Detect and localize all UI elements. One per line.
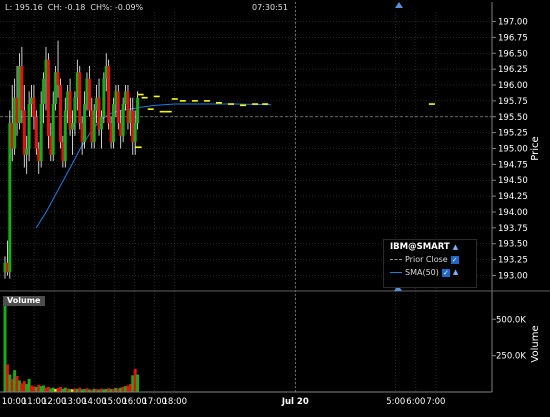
candle-body — [102, 78, 106, 117]
price-axis-title: Price — [530, 136, 541, 160]
price-tick-label: 195.75 — [498, 97, 528, 107]
price-tick-label: 194.25 — [498, 192, 528, 202]
candle-body — [87, 78, 91, 111]
price-tick-label: 196.50 — [498, 49, 528, 59]
volume-panel-label: Volume — [3, 296, 45, 306]
volume-tick-label: 500.0K — [496, 315, 526, 325]
candle-body — [46, 59, 50, 136]
pin-icon[interactable]: ▲ — [453, 243, 458, 251]
candle-body — [27, 104, 31, 149]
sma-pin-icon[interactable]: ▲ — [453, 267, 458, 278]
quote-summary: L: 195.16 CH: -0.18 CH%: -0.09% — [5, 3, 144, 12]
sma-checkbox[interactable]: ✓ — [441, 268, 450, 277]
candle-body — [116, 91, 120, 124]
price-tick-label: 194.50 — [498, 176, 528, 186]
legend-title: IBM@SMART ▲ — [390, 242, 458, 252]
candle-body — [63, 110, 67, 162]
candle-body — [111, 104, 115, 143]
candle-body — [34, 116, 38, 149]
candle-body — [83, 104, 87, 143]
legend-sma-label: SMA(50) — [405, 268, 439, 277]
candle-body — [25, 148, 29, 155]
candle-body — [56, 72, 60, 86]
candle-body — [39, 104, 43, 162]
candle-body — [71, 123, 75, 130]
legend-box[interactable]: IBM@SMART ▲ Prior Close ✓ SMA(50) ✓ ▲ — [383, 239, 477, 288]
price-tick-label: 195.00 — [498, 145, 528, 155]
chart-window: 193.00 193.25 193.50 193.75 194.00 194.25 194.… — [0, 0, 550, 413]
price-tick-label: 197.00 — [498, 18, 528, 28]
prior-close-swatch — [390, 259, 402, 260]
time-tick-label: Jul 20 — [281, 397, 309, 407]
legend-prior-close-label: Prior Close — [405, 255, 448, 264]
price-tick-label: 196.75 — [498, 33, 528, 43]
candle-body — [136, 97, 140, 124]
volume-axis-title: Volume — [530, 325, 541, 362]
price-tick-label: 193.00 — [498, 271, 528, 281]
price-tick-label: 194.00 — [498, 208, 528, 218]
time-tick-label: 6:00 — [406, 397, 425, 407]
time-tick-label: 5:00 — [386, 397, 405, 407]
candle-body — [73, 97, 77, 124]
candle-body — [42, 78, 46, 105]
time-tick-label: 7:00 — [426, 397, 445, 407]
legend-row-sma[interactable]: SMA(50) ✓ ▲ — [390, 267, 458, 278]
candle-body — [58, 85, 62, 143]
candle-body — [92, 110, 96, 143]
chart-canvas[interactable]: 193.00 193.25 193.50 193.75 194.00 194.25 194.… — [0, 0, 550, 413]
prior-close-checkbox[interactable]: ✓ — [450, 255, 459, 264]
candle-body — [133, 123, 137, 143]
price-tick-label: 196.25 — [498, 65, 528, 75]
candle-body — [20, 65, 24, 111]
price-tick-label: 196.00 — [498, 81, 528, 91]
price-tick-label: 193.50 — [498, 240, 528, 250]
legend-row-prior-close[interactable]: Prior Close ✓ — [390, 254, 459, 265]
candle-body — [99, 116, 103, 130]
legend-title-text: IBM@SMART — [390, 242, 450, 252]
sma-swatch — [390, 272, 402, 273]
candle-body — [78, 72, 82, 124]
price-tick-label: 195.50 — [498, 113, 528, 123]
price-tick-label: 195.25 — [498, 129, 528, 139]
time-tick-label: 18:00 — [163, 397, 188, 407]
candle-body — [51, 104, 55, 155]
candle-body — [121, 104, 125, 136]
price-tick-label: 194.75 — [498, 160, 528, 170]
candle-body — [22, 110, 26, 155]
candle-body — [32, 97, 36, 117]
price-tick-label: 193.25 — [498, 256, 528, 266]
volume-tick-label: 250.0K — [496, 352, 526, 362]
price-tick-label: 193.75 — [498, 224, 528, 234]
volume-bar — [136, 374, 140, 392]
candle-body — [107, 65, 111, 124]
clock-time: 07:30:51 — [252, 3, 288, 12]
